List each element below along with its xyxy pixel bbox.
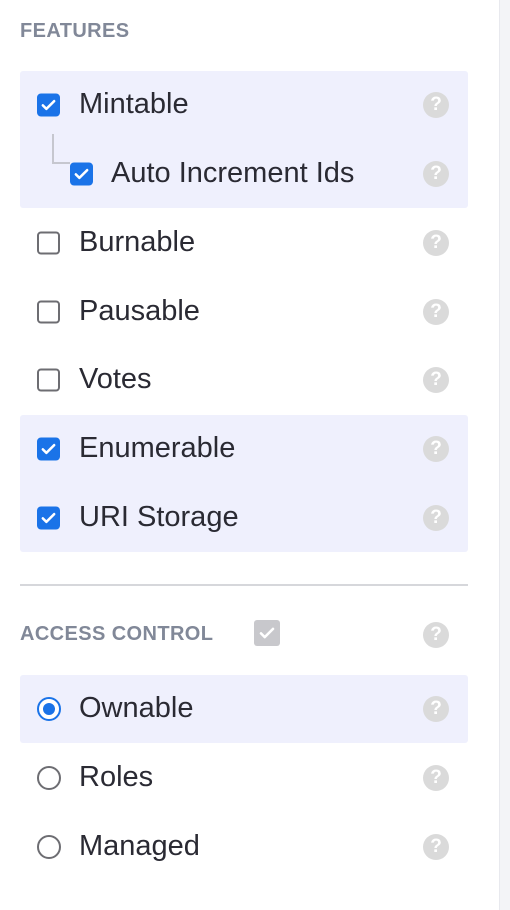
roles-label: Roles [79,760,154,793]
auto-increment-ids-checkbox[interactable] [70,162,93,186]
access-control-toggle-checkbox[interactable] [254,620,280,646]
mintable-label: Mintable [79,87,189,120]
pausable-help-icon[interactable]: ? [423,299,449,325]
nested-connector-line [52,134,70,164]
feature-uri-storage-row[interactable]: URI Storage ? [20,484,468,552]
enumerable-label: Enumerable [79,431,236,464]
burnable-label: Burnable [79,225,196,258]
auto-increment-ids-help-icon[interactable]: ? [423,161,449,187]
ownable-help-icon[interactable]: ? [423,696,449,722]
votes-label: Votes [79,362,152,395]
uri-storage-help-icon[interactable]: ? [423,505,449,531]
roles-radio[interactable] [37,766,61,790]
roles-help-icon[interactable]: ? [423,765,449,791]
access-roles-row[interactable]: Roles ? [20,744,468,812]
managed-radio[interactable] [37,835,61,859]
checkmark-icon [259,627,275,639]
access-control-help-icon[interactable]: ? [423,622,449,648]
section-divider [20,584,468,586]
feature-enumerable-row[interactable]: Enumerable ? [20,415,468,483]
checkmark-icon [41,99,56,111]
feature-auto-increment-ids-row[interactable]: Auto Increment Ids ? [20,134,468,208]
enumerable-checkbox[interactable] [37,437,60,461]
features-heading: FEATURES [20,20,130,42]
burnable-checkbox[interactable] [37,231,60,255]
ownable-label: Ownable [79,691,194,724]
feature-pausable-row[interactable]: Pausable ? [20,278,468,346]
access-ownable-row[interactable]: Ownable ? [20,675,468,743]
pausable-checkbox[interactable] [37,300,60,324]
access-control-heading: ACCESS CONTROL [20,623,214,645]
enumerable-help-icon[interactable]: ? [423,436,449,462]
feature-mintable-row[interactable]: Mintable ? [20,71,468,139]
pausable-label: Pausable [79,294,200,327]
checkmark-icon [41,443,56,455]
burnable-help-icon[interactable]: ? [423,230,449,256]
mintable-checkbox[interactable] [37,93,60,117]
uri-storage-checkbox[interactable] [37,506,60,530]
auto-increment-ids-label: Auto Increment Ids [111,156,355,189]
checkmark-icon [74,168,89,180]
votes-help-icon[interactable]: ? [423,367,449,393]
managed-help-icon[interactable]: ? [423,834,449,860]
feature-burnable-row[interactable]: Burnable ? [20,209,468,277]
uri-storage-label: URI Storage [79,500,239,533]
access-managed-row[interactable]: Managed ? [20,813,468,881]
votes-checkbox[interactable] [37,368,60,392]
scrollbar-track[interactable] [499,0,510,910]
feature-votes-row[interactable]: Votes ? [20,346,468,414]
checkmark-icon [41,512,56,524]
managed-label: Managed [79,829,200,862]
ownable-radio[interactable] [37,697,61,721]
mintable-help-icon[interactable]: ? [423,92,449,118]
